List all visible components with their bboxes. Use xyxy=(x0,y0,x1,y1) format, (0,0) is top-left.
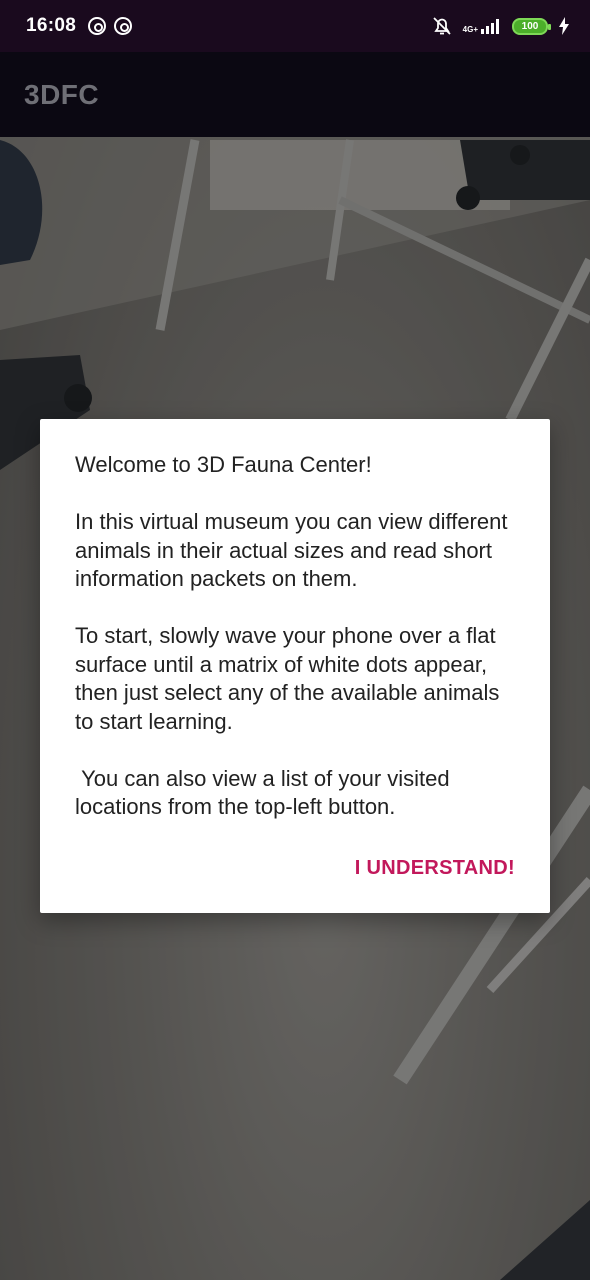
battery-icon: 100 xyxy=(512,17,551,35)
understand-button[interactable]: I UNDERSTAND! xyxy=(355,857,515,880)
dialog-actions: I UNDERSTAND! xyxy=(355,857,515,880)
sync-icon xyxy=(114,17,133,35)
dialog-message: Welcome to 3D Fauna Center! In this virt… xyxy=(75,452,508,819)
charging-bolt-icon xyxy=(559,17,569,35)
status-system-icons: 4G+ 100 xyxy=(431,15,570,37)
alarm-off-icon xyxy=(433,17,451,35)
app-title: 3DFC xyxy=(24,78,100,110)
status-bar: 16:08 4G+ 100 xyxy=(0,0,590,52)
network-type-label: 4G+ xyxy=(462,25,478,34)
welcome-dialog: Welcome to 3D Fauna Center! In this virt… xyxy=(40,419,550,913)
status-time: 16:08 xyxy=(26,15,77,36)
network-indicator: 4G+ xyxy=(463,18,502,34)
signal-icon xyxy=(481,19,499,34)
status-notification-icons xyxy=(88,17,133,35)
sync-icon xyxy=(88,17,107,35)
app-bar: 3DFC xyxy=(0,52,590,137)
